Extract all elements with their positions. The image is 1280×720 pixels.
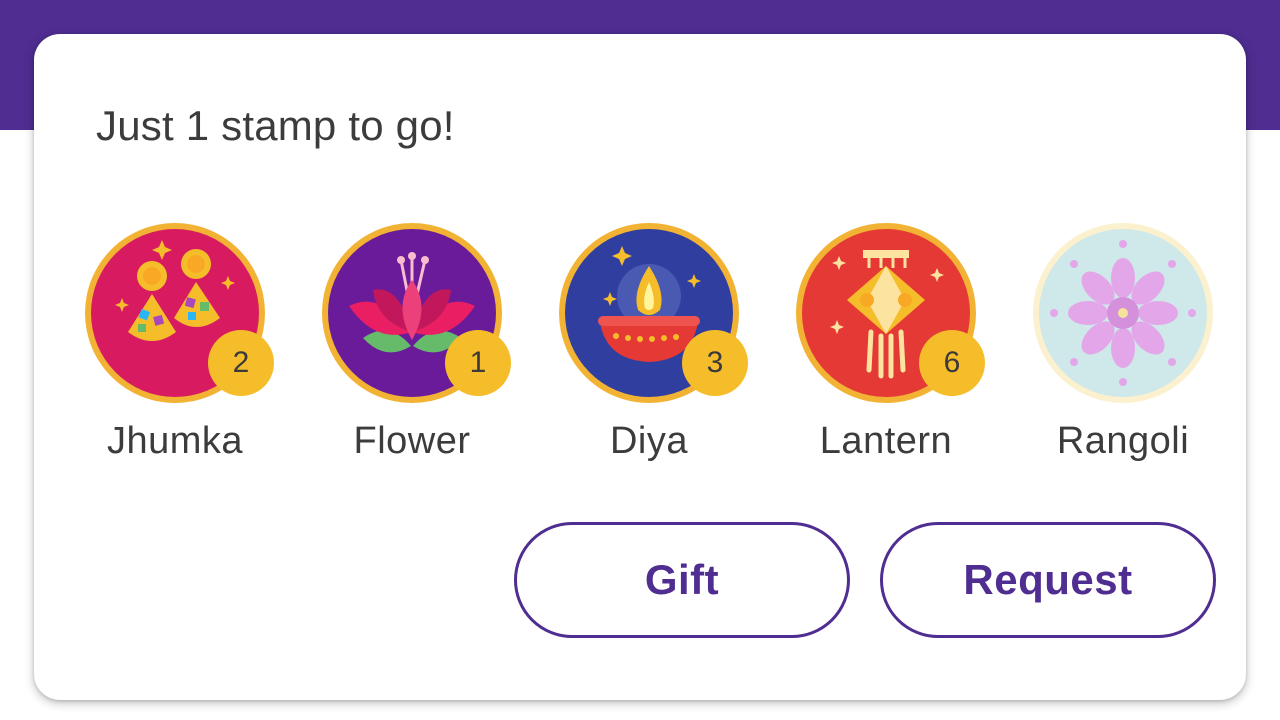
stamp-count-badge: 3	[682, 330, 748, 396]
stamp-collection-card: Just 1 stamp to go! 2 Jhumka 1 Flower 3 …	[34, 34, 1246, 700]
stamp-count-badge: 2	[208, 330, 274, 396]
stamp-label: Flower	[353, 420, 471, 462]
stamp-label: Diya	[609, 420, 689, 462]
stamp-label: Jhumka	[106, 420, 244, 462]
stamp-count-badge: 1	[445, 330, 511, 396]
stamp-label: Lantern	[819, 420, 953, 462]
stamp-lantern[interactable]: 6 Lantern	[783, 220, 985, 480]
rangoli-icon	[1030, 220, 1216, 406]
stamp-flower[interactable]: 1 Flower	[309, 220, 511, 480]
request-button[interactable]: Request	[880, 522, 1216, 638]
gift-button[interactable]: Gift	[514, 522, 850, 638]
card-headline: Just 1 stamp to go!	[96, 102, 455, 149]
stamp-rangoli[interactable]: Rangoli	[1020, 220, 1220, 480]
stamp-count-badge: 6	[919, 330, 985, 396]
stamp-label: Rangoli	[1056, 420, 1190, 462]
stamp-row: 2 Jhumka 1 Flower 3 Diya 6 Lantern Rango…	[34, 220, 1246, 480]
stamp-jhumka[interactable]: 2 Jhumka	[72, 220, 274, 480]
stamp-diya[interactable]: 3 Diya	[546, 220, 748, 480]
